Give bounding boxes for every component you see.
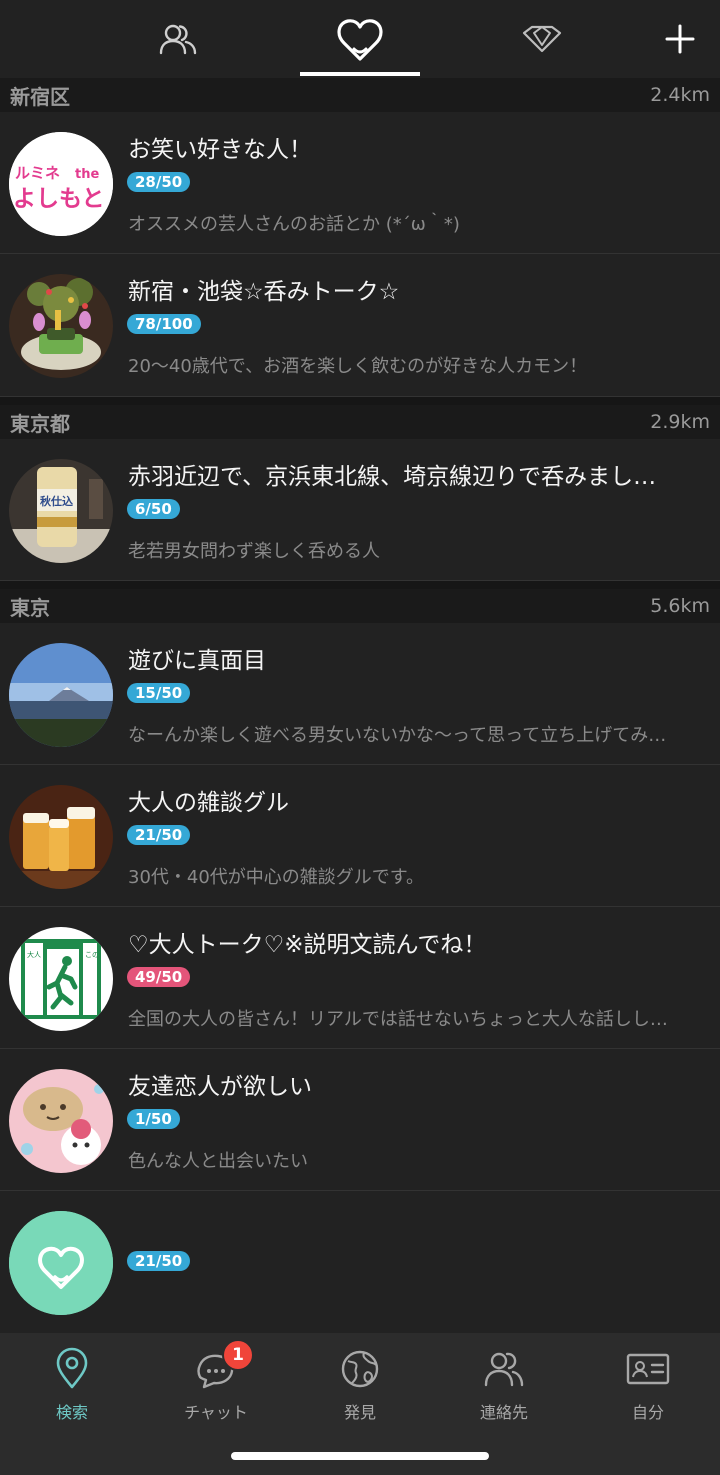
section-distance: 2.9km [650, 411, 710, 433]
yoshimoto-logo-image: ルミネ the よしもと [9, 132, 113, 236]
group-list[interactable]: 新宿区 2.4km ルミネ the よしもと お笑い好きな人！ 28/50 オス… [0, 78, 720, 1333]
group-description: なーんか楽しく遊べる男女いないかな〜って思って立ち上げてみ… [128, 725, 667, 746]
group-description: 20～40歳代で、お酒を楽しく飲むのが好きな人カモン！ [128, 356, 588, 377]
group-heart-icon [337, 19, 383, 61]
tab-groups[interactable] [300, 0, 420, 78]
nav-search[interactable]: 検索 [0, 1347, 144, 1427]
notification-badge: 1 [222, 1339, 254, 1371]
group-description: 老若男女問わず楽しく呑める人 [128, 541, 380, 562]
list-item[interactable]: ルミネ the よしもと お笑い好きな人！ 28/50 オススメの芸人さんのお話… [0, 112, 720, 254]
section-divider [0, 397, 720, 405]
list-item[interactable]: 大人の雑談グル 21/50 30代・40代が中心の雑談グルです。 [0, 765, 720, 907]
section-distance: 2.4km [650, 84, 710, 106]
group-description: 30代・40代が中心の雑談グルです。 [128, 867, 425, 888]
member-count-badge: 21/50 [127, 825, 191, 845]
beer-can-photo: 秋仕込 [9, 459, 113, 563]
member-count-badge: 6/50 [127, 499, 180, 519]
group-title: 新宿・池袋☆呑みトーク☆ [128, 279, 400, 305]
add-button[interactable] [640, 0, 720, 78]
group-description: 全国の大人の皆さん！リアルでは話せないちょっと大人な話しし… [128, 1009, 668, 1030]
top-tab-bar [0, 0, 720, 78]
section-header: 新宿区 2.4km [0, 78, 720, 112]
section-header: 東京 5.6km [0, 589, 720, 623]
list-item[interactable]: 大人 この ♡大人トーク♡※説明文読んでね！ 49/50 全国の大人の皆さん！リ… [0, 907, 720, 1049]
avatar [9, 1211, 113, 1315]
section-area: 新宿区 [10, 84, 70, 109]
svg-text:この: この [85, 951, 99, 959]
avatar: 大人 この [9, 927, 113, 1031]
active-tab-indicator [300, 72, 420, 76]
avatar: ルミネ the よしもと [9, 132, 113, 236]
member-count-badge: 78/100 [127, 314, 201, 334]
nav-me[interactable]: 自分 [576, 1347, 720, 1427]
section-distance: 5.6km [650, 595, 710, 617]
section-divider [0, 581, 720, 589]
list-item[interactable]: 秋仕込 赤羽近辺で、京浜東北線、埼京線辺りで呑みまし… 6/50 老若男女問わず… [0, 439, 720, 581]
svg-text:ルミネ: ルミネ [15, 164, 60, 182]
member-count-badge: 49/50 [127, 967, 191, 987]
nav-contacts[interactable]: 連絡先 [432, 1347, 576, 1427]
group-title: 友達恋人が欲しい [128, 1074, 312, 1100]
group-title: 大人の雑談グル [128, 790, 289, 816]
member-count-badge: 21/50 [127, 1251, 191, 1271]
group-title: ♡大人トーク♡※説明文読んでね！ [128, 932, 487, 958]
group-title: 赤羽近辺で、京浜東北線、埼京線辺りで呑みまし… [128, 464, 657, 490]
member-count-badge: 28/50 [127, 172, 191, 192]
avatar: 秋仕込 [9, 459, 113, 563]
avatar [9, 785, 113, 889]
globe-icon [338, 1347, 382, 1391]
group-title: 遊びに真面目 [128, 648, 266, 674]
member-count-badge: 1/50 [127, 1109, 180, 1129]
list-item[interactable]: 遊びに真面目 15/50 なーんか楽しく遊べる男女いないかな〜って思って立ち上げ… [0, 623, 720, 765]
svg-text:the: the [75, 167, 99, 182]
nav-label: チャット [184, 1403, 248, 1422]
nav-discover[interactable]: 発見 [288, 1347, 432, 1427]
member-count-badge: 15/50 [127, 683, 191, 703]
contacts-icon [482, 1347, 526, 1391]
group-description: オススメの芸人さんのお話とか (*´ω｀*) [128, 214, 460, 235]
list-item[interactable]: 21/50 [0, 1191, 720, 1333]
location-pin-icon [50, 1347, 94, 1391]
home-indicator[interactable] [231, 1452, 489, 1460]
chat-bubble-icon: 1 [194, 1339, 254, 1391]
list-item[interactable]: 新宿・池袋☆呑みトーク☆ 78/100 20～40歳代で、お酒を楽しく飲むのが好… [0, 254, 720, 397]
tab-friends[interactable] [118, 0, 238, 78]
diamond-icon [522, 25, 562, 53]
avatar [9, 274, 113, 378]
section-area: 東京都 [10, 411, 70, 436]
section-area: 東京 [10, 595, 50, 620]
beer-mugs-photo [9, 785, 113, 889]
cartoon-characters-image [9, 1069, 113, 1173]
avatar [9, 643, 113, 747]
svg-text:秋仕込: 秋仕込 [40, 494, 73, 508]
nav-label: 検索 [55, 1403, 88, 1422]
plus-icon [665, 24, 695, 54]
christmas-tree-photo [9, 274, 113, 378]
section-header: 東京都 2.9km [0, 405, 720, 439]
avatar [9, 1069, 113, 1173]
people-icon [159, 24, 197, 55]
list-item[interactable]: 友達恋人が欲しい 1/50 色んな人と出会いたい [0, 1049, 720, 1191]
group-description: 色んな人と出会いたい [128, 1151, 308, 1172]
svg-text:大人: 大人 [27, 950, 41, 959]
nav-label: 自分 [631, 1403, 664, 1422]
id-card-icon [626, 1347, 670, 1391]
svg-text:よしもと: よしもと [13, 186, 105, 212]
nav-label: 連絡先 [479, 1403, 528, 1422]
nav-chat[interactable]: 1 チャット [144, 1339, 288, 1427]
default-group-icon [9, 1211, 113, 1315]
nav-label: 発見 [343, 1403, 376, 1422]
group-title: お笑い好きな人！ [128, 137, 312, 163]
exit-sign-image: 大人 この [9, 927, 113, 1031]
mountain-landscape-photo [9, 643, 113, 747]
tab-diamond[interactable] [482, 0, 602, 78]
